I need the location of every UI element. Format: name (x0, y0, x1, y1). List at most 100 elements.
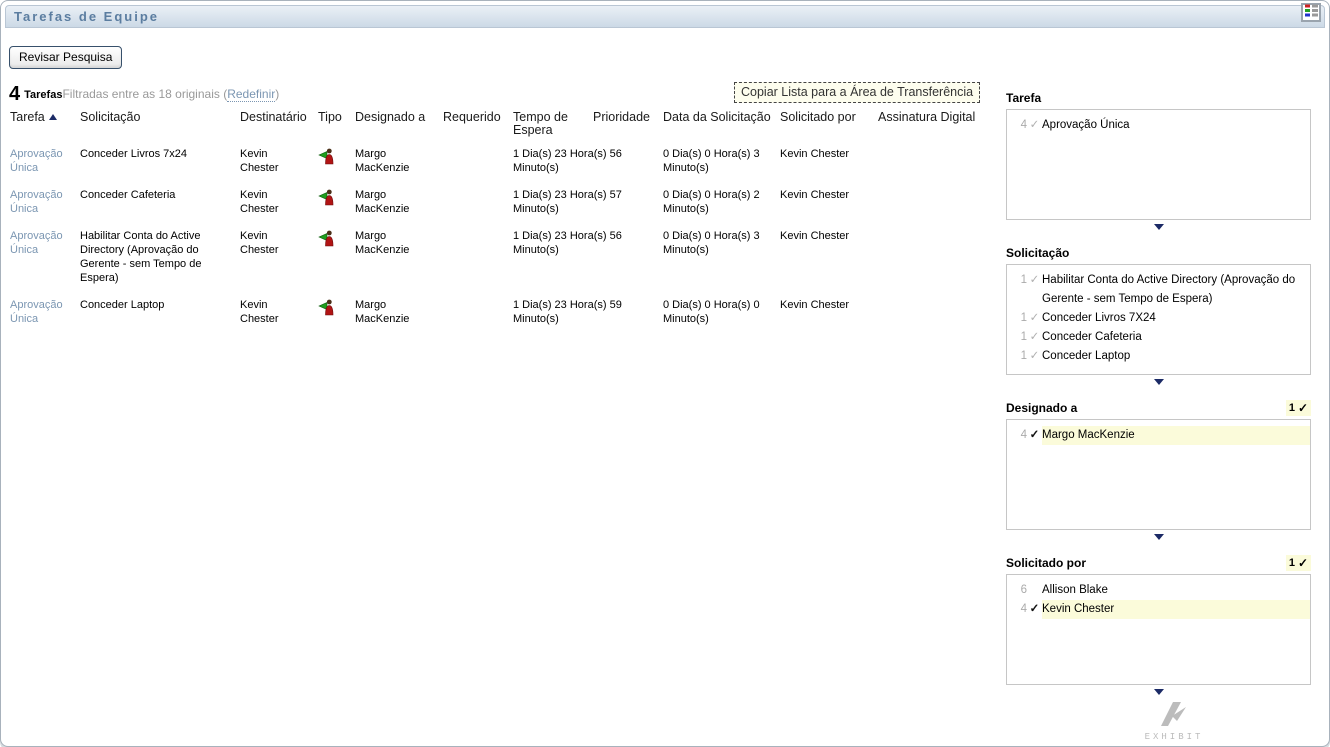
filter-item[interactable]: 4 ✓ Margo MacKenzie (1007, 426, 1310, 445)
check-icon: ✓ (1029, 603, 1040, 615)
requested-by: Kevin Chester (780, 230, 850, 242)
requested-by: Kevin Chester (780, 148, 850, 160)
check-icon: ✓ (1029, 350, 1040, 362)
column-header-assinatura-digital[interactable]: Assinatura Digital (878, 111, 995, 145)
exhibit-logo-icon (1161, 702, 1186, 726)
column-header-tempo-espera[interactable]: Tempo de Espera (513, 111, 593, 145)
request-date: 0 Dia(s) 0 Hora(s) 3 Minuto(s) (663, 230, 760, 256)
item-label: Conceder Laptop (1042, 350, 1131, 362)
table-row: Aprovação Única Conceder Laptop Kevin Ch… (10, 296, 995, 337)
results-summary: 4 TarefasFiltradas entre as 18 originais … (9, 83, 279, 106)
item-count: 4 (1020, 603, 1027, 615)
table-header-row: Tarefa Solicitação Destinatário Tipo Des… (10, 111, 995, 145)
filter-item[interactable]: 4 ✓ Kevin Chester (1007, 600, 1310, 619)
table-row: Aprovação Única Conceder Livros 7x24 Kev… (10, 145, 995, 186)
column-header-prioridade[interactable]: Prioridade (593, 111, 663, 145)
task-link[interactable]: Aprovação Única (10, 189, 63, 215)
request-name: Habilitar Conta do Active Directory (Apr… (80, 230, 202, 284)
request-date: 0 Dia(s) 0 Hora(s) 2 Minuto(s) (663, 189, 760, 215)
filter-listbox: 6 Allison Blake 4 ✓ Kevin Chester (1006, 574, 1311, 685)
item-count: 1 (1020, 312, 1027, 324)
exhibit-watermark: EXHIBIT (1129, 699, 1219, 742)
filter-group-solicitado-por: Solicitado por 1 ✓ 6 Allison Blake 4 ✓ Ke… (1006, 554, 1311, 695)
check-icon: ✓ (1029, 331, 1040, 343)
watermark-text: EXHIBIT (1144, 732, 1204, 742)
filter-label: Solicitação (1006, 245, 1070, 260)
task-link[interactable]: Aprovação Única (10, 230, 63, 256)
item-count: 6 (1020, 584, 1027, 596)
filter-listbox: 4 ✓ Aprovação Única (1006, 109, 1311, 220)
check-icon: ✓ (1029, 119, 1040, 131)
recipient-name: Kevin Chester (240, 230, 279, 256)
filter-item[interactable]: 1 ✓ Conceder Laptop (1007, 347, 1310, 366)
recipient-name: Kevin Chester (240, 148, 279, 174)
item-label: Allison Blake (1042, 584, 1108, 596)
assignee-name: Margo MacKenzie (355, 230, 410, 256)
requested-by: Kevin Chester (780, 189, 850, 201)
assignee-name: Margo MacKenzie (355, 299, 410, 325)
task-link[interactable]: Aprovação Única (10, 299, 63, 325)
claimed-task-icon (318, 188, 336, 206)
filter-panel: Tarefa 4 ✓ Aprovação Única Solicitação 1… (1006, 89, 1311, 695)
table-row: Aprovação Única Conceder Cafeteria Kevin… (10, 186, 995, 227)
filter-label: Solicitado por (1006, 555, 1087, 570)
item-count: 1 (1020, 350, 1027, 362)
task-count: 4 (9, 83, 21, 105)
column-header-solicitacao[interactable]: Solicitação (80, 111, 240, 145)
item-count: 4 (1020, 429, 1027, 441)
check-icon: ✓ (1029, 429, 1040, 441)
request-date: 0 Dia(s) 0 Hora(s) 3 Minuto(s) (663, 148, 760, 174)
check-icon: ✓ (1297, 400, 1308, 415)
scroll-down-icon[interactable] (1153, 689, 1164, 695)
item-label: Habilitar Conta do Active Directory (Apr… (1042, 274, 1296, 305)
check-icon: ✓ (1297, 555, 1308, 570)
item-label: Margo MacKenzie (1042, 426, 1310, 445)
column-header-data-solicitacao[interactable]: Data da Solicitação (663, 111, 780, 145)
assignee-name: Margo MacKenzie (355, 189, 410, 215)
requested-by: Kevin Chester (780, 299, 850, 311)
column-header-tarefa[interactable]: Tarefa (10, 111, 80, 145)
claimed-task-icon (318, 147, 336, 165)
filter-item[interactable]: 4 ✓ Aprovação Única (1007, 116, 1310, 135)
task-count-unit: Tarefas (24, 89, 63, 101)
item-label: Conceder Cafeteria (1042, 331, 1142, 343)
page-title: Tarefas de Equipe (14, 9, 160, 24)
filter-group-designado: Designado a 1 ✓ 4 ✓ Margo MacKenzie (1006, 399, 1311, 554)
column-header-requerido[interactable]: Requerido (443, 111, 513, 145)
request-name: Conceder Laptop (80, 299, 165, 311)
request-date: 0 Dia(s) 0 Hora(s) 0 Minuto(s) (663, 299, 760, 325)
item-count: 1 (1020, 274, 1027, 286)
item-label: Aprovação Única (1042, 119, 1130, 131)
filter-item[interactable]: 6 Allison Blake (1007, 581, 1310, 600)
team-tasks-page: Tarefas de Equipe Revisar Pesquisa 4 Tare… (0, 0, 1330, 747)
column-legend-icon (1304, 4, 1318, 22)
filter-label: Designado a (1006, 400, 1078, 415)
selected-count-badge: 1 ✓ (1285, 554, 1311, 571)
recipient-name: Kevin Chester (240, 299, 279, 325)
task-table: Tarefa Solicitação Destinatário Tipo Des… (10, 111, 995, 337)
filter-item[interactable]: 1 ✓ Conceder Cafeteria (1007, 328, 1310, 347)
recipient-name: Kevin Chester (240, 189, 279, 215)
assignee-name: Margo MacKenzie (355, 148, 410, 174)
filter-item[interactable]: 1 ✓ Habilitar Conta do Active Directory … (1007, 271, 1310, 309)
sort-ascending-icon (48, 114, 57, 120)
column-header-destinatario[interactable]: Destinatário (240, 111, 318, 145)
column-header-solicitado-por[interactable]: Solicitado por (780, 111, 878, 145)
reset-filters-link[interactable]: Redefinir (227, 87, 276, 102)
filter-item[interactable]: 1 ✓ Conceder Livros 7X24 (1007, 309, 1310, 328)
title-bar: Tarefas de Equipe (5, 5, 1325, 28)
column-header-designado[interactable]: Designado a (355, 111, 443, 145)
claimed-task-icon (318, 298, 336, 316)
request-name: Conceder Livros 7x24 (80, 148, 188, 160)
review-search-button[interactable]: Revisar Pesquisa (9, 46, 123, 69)
filter-group-tarefa: Tarefa 4 ✓ Aprovação Única (1006, 89, 1311, 244)
filter-listbox: 1 ✓ Habilitar Conta do Active Directory … (1006, 264, 1311, 375)
column-legend-button[interactable] (1301, 3, 1321, 22)
column-header-tipo[interactable]: Tipo (318, 111, 355, 145)
copy-list-button[interactable]: Copiar Lista para a Área de Transferênci… (734, 82, 981, 103)
filter-group-solicitacao: Solicitação 1 ✓ Habilitar Conta do Activ… (1006, 244, 1311, 399)
task-link[interactable]: Aprovação Única (10, 148, 63, 174)
claimed-task-icon (318, 229, 336, 247)
check-icon: ✓ (1029, 312, 1040, 324)
filtered-suffix: ) (275, 87, 280, 101)
